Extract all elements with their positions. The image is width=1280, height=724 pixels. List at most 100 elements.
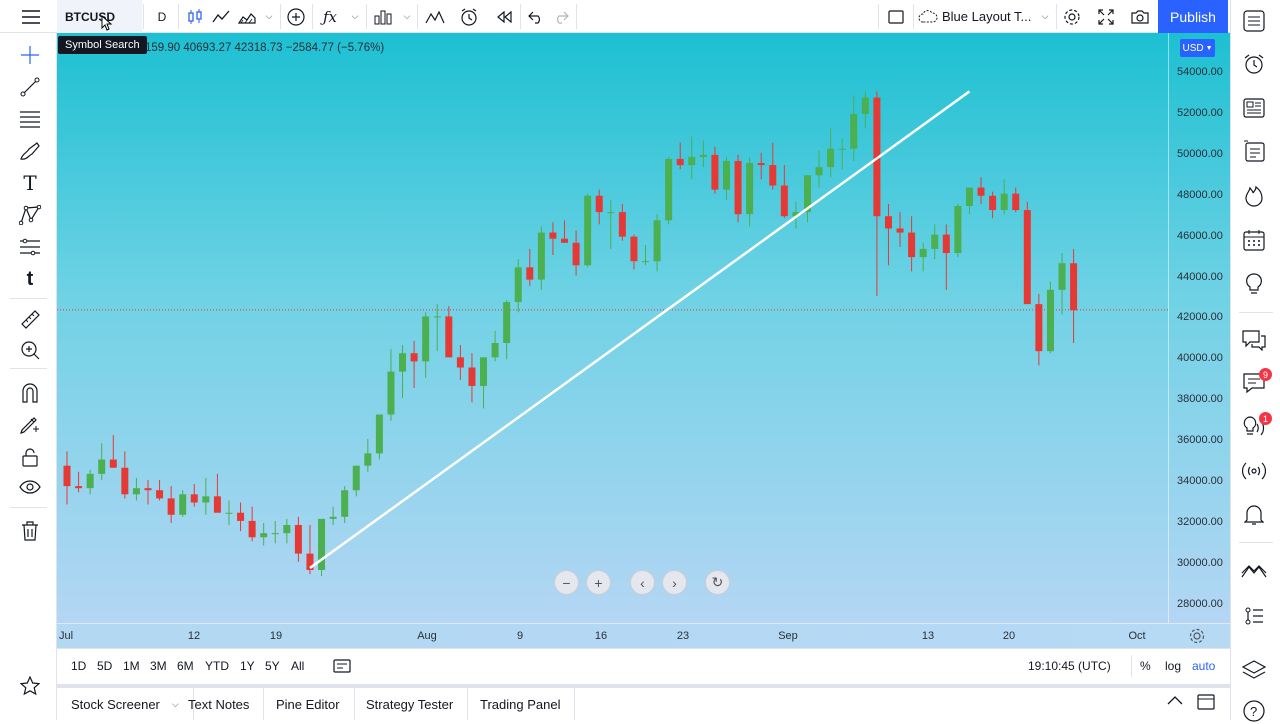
chats-icon[interactable] [1241,327,1267,353]
replay-icon[interactable] [493,0,515,33]
candle [838,138,846,170]
layout-chevron-down-icon[interactable]: ⌵ [1038,0,1052,33]
help-icon[interactable]: ? [1241,698,1267,724]
candle [422,312,430,378]
dom-chart-icon[interactable] [1241,558,1267,584]
ohlc-legend: 159.90 40693.27 42318.73 −2584.77 (−5.76… [145,42,385,54]
layers-icon[interactable] [1241,657,1267,683]
range-1y-button[interactable]: 1Y [240,659,255,673]
range-ytd-button[interactable]: YTD [205,659,229,673]
area-chart-icon[interactable] [236,0,258,33]
time-scale[interactable]: Jul 12 19 Aug 9 16 23 Sep 13 20 Oct [57,623,1230,648]
time-tick-label: 16 [594,630,608,642]
patterns-icon[interactable] [18,203,42,227]
scroll-left-button[interactable]: ‹ [630,570,655,595]
magnet-icon[interactable] [18,381,42,405]
templates-icon[interactable] [372,0,394,33]
ruler-icon[interactable] [18,307,42,331]
collapse-panel-chevron-up-icon[interactable] [1167,694,1183,709]
chart-pane[interactable]: − + ‹ › ↻ [57,33,1168,623]
clock-label[interactable]: 19:10:45 (UTC) [1028,659,1111,673]
eye-icon[interactable] [18,475,42,499]
ideas-t-icon[interactable]: t [18,267,42,291]
indicators-fx-icon[interactable]: ƒx [318,0,342,33]
indicators-chevron-down-icon[interactable]: ⌵ [348,0,362,33]
candle [676,142,684,170]
candle [908,216,916,272]
alert-clock-icon[interactable] [457,0,481,33]
range-3m-button[interactable]: 3M [150,659,167,673]
tab-label: Strategy Tester [366,696,454,712]
trash-icon[interactable] [18,519,42,543]
layout-name-button[interactable]: Blue Layout T... [942,0,1034,33]
data-window-icon[interactable] [1241,138,1267,164]
scroll-right-button[interactable]: › [662,570,687,595]
log-scale-toggle[interactable]: log [1165,659,1181,673]
time-tick-label: Jul [58,630,74,642]
currency-selector[interactable]: USD ▼ [1180,39,1215,57]
compare-symbols-icon[interactable] [424,0,446,33]
range-5y-button[interactable]: 5Y [265,659,280,673]
candles-chart-type-icon[interactable] [184,0,206,33]
time-tick-label: 23 [676,630,690,642]
tab-strategy-tester[interactable]: Strategy Tester [352,688,469,720]
reset-chart-button[interactable]: ↻ [705,570,730,595]
candle [433,304,441,352]
alarm-clock-icon[interactable] [1241,51,1267,77]
trend-line-icon[interactable] [18,75,42,99]
chart-type-chevron-down-icon[interactable]: ⌵ [262,0,276,33]
trend-line[interactable] [309,90,971,569]
tab-pine-editor[interactable]: Pine Editor [262,688,355,720]
tab-trading-panel[interactable]: Trading Panel [466,688,576,720]
auto-scale-toggle[interactable]: auto [1192,659,1215,673]
tab-label: Stock Screener [71,696,160,712]
candle [653,214,661,272]
select-area-icon[interactable] [884,0,908,33]
hotlist-flame-icon[interactable] [1241,183,1267,209]
tab-text-notes[interactable]: Text Notes [174,688,265,720]
go-to-date-icon[interactable] [333,658,351,677]
maximize-panel-icon[interactable] [1197,694,1215,713]
broadcast-icon[interactable] [1241,458,1267,484]
interval-button[interactable]: D [150,0,174,33]
range-1d-button[interactable]: 1D [71,659,86,673]
zoom-in-icon[interactable] [18,338,42,362]
watchlist-icon[interactable] [1241,8,1267,34]
range-6m-button[interactable]: 6M [177,659,194,673]
compare-add-icon[interactable] [285,0,307,33]
object-tree-icon[interactable] [1241,603,1267,629]
symbol-search-button[interactable]: BTCUSD [57,0,142,33]
templates-chevron-down-icon[interactable]: ⌵ [400,0,414,33]
redo-icon[interactable] [550,0,572,33]
notification-bell-icon[interactable] [1241,502,1267,528]
line-chart-icon[interactable] [210,0,232,33]
crosshair-icon[interactable] [18,43,42,67]
range-all-button[interactable]: All [291,659,304,673]
calendar-icon[interactable] [1241,227,1267,253]
lock-icon[interactable] [18,445,42,469]
price-scale[interactable]: 54000.00 52000.00 50000.00 48000.00 46000.00… [1168,33,1230,623]
camera-icon[interactable] [1128,0,1152,33]
fib-retracement-icon[interactable] [18,107,42,131]
candle [1023,201,1031,305]
news-icon[interactable] [1241,95,1267,121]
fullscreen-icon[interactable] [1094,0,1118,33]
brush-icon[interactable] [18,139,42,163]
zoom-in-button[interactable]: + [586,570,611,595]
stay-in-drawing-mode-icon[interactable] [18,413,42,437]
time-tick-label: Oct [1128,630,1146,642]
range-1m-button[interactable]: 1M [123,659,140,673]
undo-icon[interactable] [525,0,547,33]
settings-gear-icon[interactable] [1060,0,1084,33]
time-tick-label: 13 [921,630,935,642]
prediction-tools-icon[interactable] [18,235,42,259]
zoom-out-button[interactable]: − [554,570,579,595]
menu-icon[interactable] [16,0,46,33]
chart-settings-gear-icon[interactable] [1188,627,1206,648]
range-5d-button[interactable]: 5D [97,659,112,673]
publish-button[interactable]: Publish [1158,0,1228,33]
text-tool-icon[interactable]: T [18,171,42,195]
favorites-star-icon[interactable] [18,674,42,698]
ideas-lightbulb-icon[interactable] [1241,271,1267,297]
percent-scale-toggle[interactable]: % [1140,659,1151,673]
